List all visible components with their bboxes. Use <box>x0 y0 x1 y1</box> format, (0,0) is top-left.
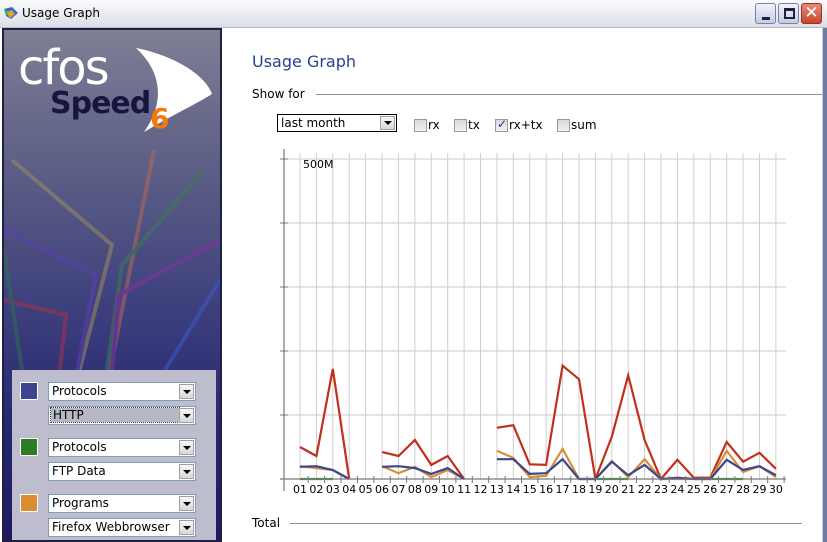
filter-1-item-select[interactable]: HTTP <box>48 406 196 425</box>
dropdown-arrow-icon[interactable] <box>179 440 194 455</box>
close-button[interactable]: ✕ <box>801 3 822 24</box>
x-tick-label: 10 <box>441 483 455 496</box>
x-tick-label: 13 <box>490 483 504 496</box>
x-tick-label: 05 <box>359 483 373 496</box>
x-tick-label: 24 <box>670 483 684 496</box>
window-right-border <box>822 28 827 542</box>
series-filter-panel: Protocols HTTP Protocols FTP Data Progra… <box>12 370 216 540</box>
dropdown-arrow-icon[interactable] <box>179 496 194 511</box>
x-tick-label: 30 <box>769 483 783 496</box>
usage-graph-window: Usage Graph ✕ cfos Speed 6 Protocols HTT… <box>0 0 827 542</box>
minimize-button[interactable] <box>755 3 776 24</box>
main-panel: Usage Graph Show for last month rx tx rx… <box>224 28 827 542</box>
filter-3-item-select[interactable]: Firefox Webbrowser <box>48 518 196 537</box>
series-color-swatch-firefox <box>20 494 38 512</box>
series-line-total <box>299 368 351 480</box>
x-tick-label: 17 <box>556 483 570 496</box>
usage-line-chart: 01 02 03 04 05 06 07 08 09 10 11 12 13 14 15 16 17 18 19 20… <box>280 149 786 496</box>
dropdown-arrow-icon[interactable] <box>179 464 194 479</box>
x-tick-label: 09 <box>424 483 438 496</box>
x-tick-label: 23 <box>654 483 668 496</box>
dropdown-arrow-icon[interactable] <box>179 384 194 399</box>
filter-1-item-value: HTTP <box>50 407 180 423</box>
x-tick-label: 12 <box>474 483 488 496</box>
x-tick-label: 28 <box>736 483 750 496</box>
x-tick-label: 06 <box>375 483 389 496</box>
filter-3-item-value: Firefox Webbrowser <box>52 520 170 534</box>
filter-1-category-select[interactable]: Protocols <box>48 382 196 401</box>
logo-version: 6 <box>150 102 170 135</box>
x-tick-label: 27 <box>720 483 734 496</box>
filter-2-item-select[interactable]: FTP Data <box>48 462 196 481</box>
x-tick-label: 07 <box>391 483 405 496</box>
filter-2-category-select[interactable]: Protocols <box>48 438 196 457</box>
app-icon <box>4 7 18 19</box>
total-divider <box>290 523 802 524</box>
series-color-swatch-http <box>20 382 38 400</box>
x-tick-label: 22 <box>638 483 652 496</box>
x-tick-label: 03 <box>326 483 340 496</box>
x-tick-label: 16 <box>539 483 553 496</box>
dropdown-arrow-icon[interactable] <box>179 520 194 535</box>
filter-3-category-value: Programs <box>52 496 109 510</box>
x-tick-label: 18 <box>572 483 586 496</box>
series-color-swatch-ftp-data <box>20 438 38 456</box>
total-section-label: Total <box>252 516 281 530</box>
x-tick-label: 26 <box>703 483 717 496</box>
filter-3-category-select[interactable]: Programs <box>48 494 196 513</box>
maximize-icon <box>784 8 795 19</box>
filter-1-category-value: Protocols <box>52 384 107 398</box>
x-tick-label: 11 <box>457 483 471 496</box>
maximize-button[interactable] <box>778 3 799 24</box>
x-tick-label: 02 <box>309 483 323 496</box>
window-title: Usage Graph <box>22 6 101 20</box>
close-icon: ✕ <box>804 3 819 23</box>
x-tick-label: 20 <box>605 483 619 496</box>
x-tick-label: 01 <box>293 483 307 496</box>
x-tick-label: 19 <box>588 483 602 496</box>
x-tick-label: 04 <box>342 483 356 496</box>
dropdown-arrow-icon[interactable] <box>179 408 194 423</box>
x-tick-label: 15 <box>523 483 537 496</box>
logo-word-speed: Speed <box>50 86 151 121</box>
y-tick-label-max: 500M <box>303 158 334 171</box>
filter-2-item-value: FTP Data <box>52 464 106 478</box>
cfos-speed-logo: cfos Speed 6 <box>18 40 218 140</box>
title-bar[interactable]: Usage Graph ✕ <box>0 0 827 28</box>
filter-2-category-value: Protocols <box>52 440 107 454</box>
x-tick-label: 21 <box>621 483 635 496</box>
sidebar: cfos Speed 6 Protocols HTTP Protocols FT… <box>2 28 222 542</box>
x-tick-label: 14 <box>506 483 520 496</box>
x-tick-label: 25 <box>687 483 701 496</box>
x-tick-label: 29 <box>752 483 766 496</box>
x-tick-label: 08 <box>408 483 422 496</box>
minimize-icon <box>762 17 770 20</box>
